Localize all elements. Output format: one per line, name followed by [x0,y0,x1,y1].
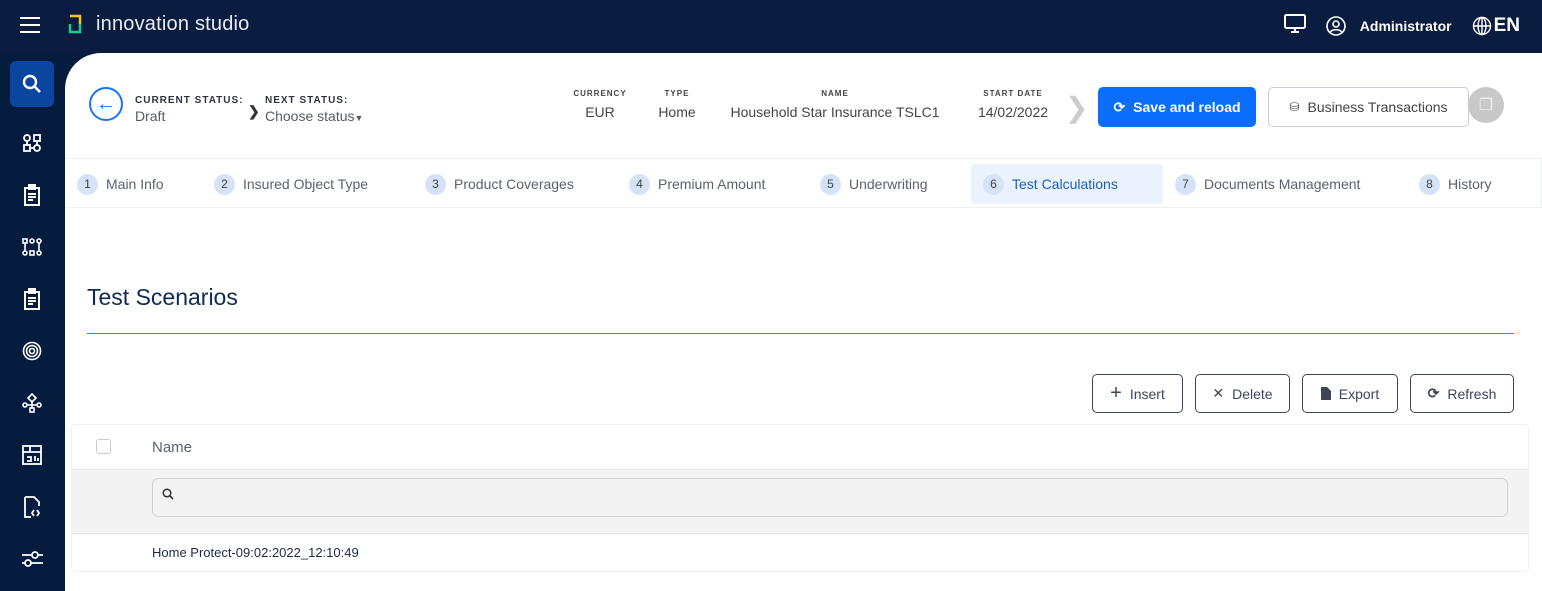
tab-history[interactable]: 8 History [1413,164,1498,204]
sidebar-products[interactable] [10,120,54,166]
tab-main-info[interactable]: 1 Main Info [71,164,170,204]
next-status-dropdown[interactable]: NEXT STATUS: Choose status▼ [265,95,363,124]
tab-documents-management[interactable]: 7 Documents Management [1169,164,1366,204]
user-icon [1325,15,1346,36]
language-selector[interactable]: EN [1472,15,1520,37]
clipboard-icon [24,288,40,310]
clipboard-icon [24,184,40,206]
insert-button[interactable]: + Insert [1092,374,1183,413]
database-icon: ⛁ [1289,100,1300,114]
section-title: Test Scenarios [87,284,238,310]
file-icon [1320,387,1331,400]
sidebar-search[interactable] [10,61,54,107]
business-label: Business Transactions [1307,99,1448,115]
row-name: Home Protect-09:02:2022_12:10:49 [152,545,359,560]
flow-icon [22,238,42,256]
select-all-checkbox[interactable] [96,439,111,454]
logo-icon [68,14,82,34]
language-label: EN [1493,14,1520,36]
target-icon [22,341,42,361]
menu-icon[interactable] [20,17,40,33]
export-button[interactable]: Export [1302,374,1398,413]
sidebar-dashboard[interactable] [10,432,54,478]
tab-insured-object-type[interactable]: 2 Insured Object Type [208,164,374,204]
business-transactions-button[interactable]: ⛁ Business Transactions [1268,87,1469,127]
filter-row [72,470,1528,534]
caret-down-icon: ▼ [354,113,364,123]
plus-icon: + [1110,382,1122,404]
current-status-value: Draft [135,108,166,124]
sidebar-clipboard-2[interactable] [10,276,54,322]
sidebar-settings[interactable] [10,536,54,582]
hierarchy-icon [22,393,42,413]
divider [87,333,1514,334]
meta-name: NAME Household Star Insurance TSLC1 [730,89,940,120]
tab-underwriting[interactable]: 5 Underwriting [814,164,934,204]
sidebar-hierarchy[interactable] [10,380,54,426]
tab-test-calculations[interactable]: 6 Test Calculations [971,164,1163,204]
copy-button[interactable]: ❐ [1468,87,1504,123]
monitor-icon[interactable] [1283,14,1306,37]
sidebar-target[interactable] [10,328,54,374]
sliders-icon [22,551,43,567]
current-status: CURRENT STATUS: Draft [135,95,244,124]
close-icon: ✕ [1212,385,1225,401]
username: Administrator [1359,17,1452,34]
nodes-icon [23,134,41,152]
chevron-right-icon: ❯ [248,103,260,119]
meta-currency: CURRENCY EUR [573,89,627,120]
tab-premium-amount[interactable]: 4 Premium Amount [623,164,771,204]
copy-icon: ❐ [1478,97,1494,114]
column-header-name[interactable]: Name [152,439,192,456]
sidebar-flow[interactable] [10,224,54,270]
table-header: Name [72,425,1528,470]
meta-start-date: START DATE 14/02/2022 [977,89,1049,120]
brand-name: innovation studio [96,13,250,35]
code-file-icon [24,496,41,518]
sidebar [0,53,65,591]
sidebar-code-file[interactable] [10,484,54,530]
save-label: Save and reload [1133,99,1241,115]
user-menu[interactable]: Administrator [1325,15,1452,36]
next-status-value: Choose status [265,108,355,124]
search-icon [162,488,174,503]
name-filter-input[interactable] [152,478,1508,517]
back-button[interactable]: ← [89,87,123,121]
step-tabs: 1 Main Info 2 Insured Object Type 3 Product… [65,158,1542,208]
refresh-button[interactable]: ⟳ Refresh [1410,374,1514,413]
table-row[interactable]: Home Protect-09:02:2022_12:10:49 [72,534,1528,572]
arrow-left-icon: ← [96,92,116,115]
chevron-right-icon: ❯ [1065,92,1089,123]
save-and-reload-button[interactable]: ⟳ Save and reload [1098,87,1256,127]
next-status-label: NEXT STATUS: [265,95,349,106]
search-icon [22,74,41,93]
main-content: ← CURRENT STATUS: Draft ❯ NEXT STATUS: C… [65,53,1542,591]
meta-type: TYPE Home [658,89,696,120]
globe-icon [1472,16,1491,35]
refresh-icon: ⟳ [1427,385,1440,401]
sidebar-clipboard[interactable] [10,172,54,218]
scenarios-table: Name Home Protect-09:02:2022_12:10:49 [71,424,1529,572]
refresh-icon: ⟳ [1113,98,1126,115]
top-bar: innovation studio Administrator EN [0,0,1542,53]
current-status-label: CURRENT STATUS: [135,95,244,106]
delete-button[interactable]: ✕ Delete [1195,374,1290,413]
tab-product-coverages[interactable]: 3 Product Coverages [419,164,580,204]
dashboard-icon [22,445,42,465]
